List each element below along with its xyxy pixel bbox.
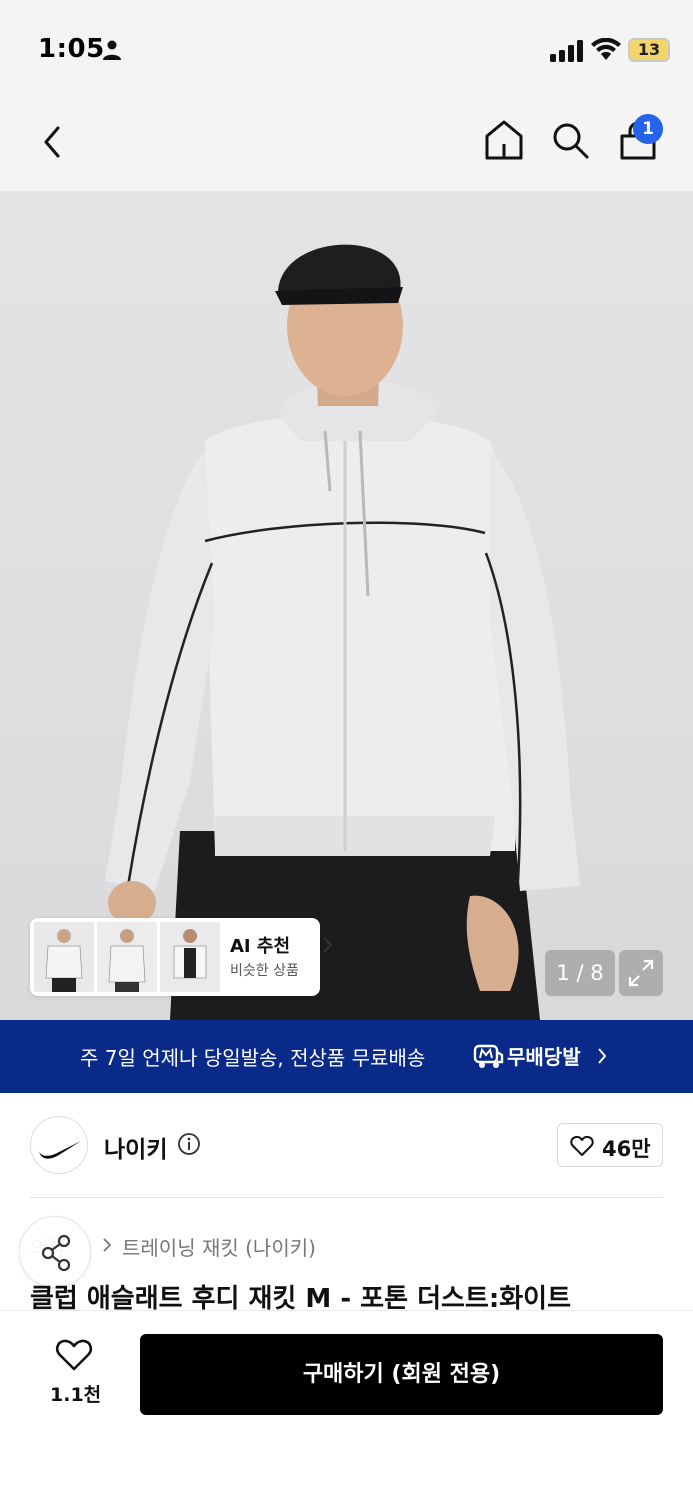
brand-name[interactable]: 나이키 — [104, 1130, 167, 1164]
product-image[interactable] — [0, 191, 693, 1020]
wishlist-heart-icon[interactable] — [55, 1338, 93, 1372]
home-icon[interactable] — [483, 118, 525, 162]
ai-thumb-2[interactable] — [97, 922, 157, 992]
thumb-image — [34, 922, 94, 992]
status-bar: 1:05 13 — [0, 0, 693, 95]
brand-logo[interactable] — [30, 1116, 88, 1174]
breadcrumb-subcategory[interactable]: 트레이닝 재킷 (나이키) — [122, 1232, 316, 1261]
back-icon[interactable] — [38, 122, 68, 162]
ai-recommend-subtitle: 비슷한 상품 — [230, 963, 299, 979]
banner-brand: 무배당발 — [507, 1045, 581, 1069]
brand-like-button[interactable]: 46만 — [557, 1123, 663, 1167]
product-photo-illustration — [105, 244, 580, 1020]
search-icon[interactable] — [550, 120, 590, 160]
divider — [30, 1197, 663, 1198]
status-time: 1:05 — [38, 34, 105, 64]
ai-thumb-1[interactable] — [34, 922, 94, 992]
ai-thumb-3[interactable] — [160, 922, 220, 992]
info-icon[interactable] — [177, 1132, 201, 1156]
expand-image-button[interactable] — [619, 950, 663, 996]
ai-recommend-card[interactable]: AI 추천 비슷한 상품 — [30, 918, 333, 996]
delivery-truck-icon — [473, 1044, 504, 1068]
product-title: 클럽 애슬래트 후디 재킷 M - 포톤 더스트:화이트 — [30, 1284, 571, 1310]
buy-button[interactable]: 구매하기 (회원 전용) — [140, 1334, 663, 1415]
chevron-right-icon — [598, 1048, 607, 1064]
wishlist-count: 1.1천 — [50, 1384, 102, 1406]
nike-swoosh-logo — [39, 1141, 81, 1159]
chevron-right-icon — [323, 937, 333, 953]
signal-icon — [550, 40, 583, 62]
top-nav-bar — [0, 95, 693, 191]
expand-icon — [628, 959, 654, 987]
image-page-indicator: 1 / 8 — [545, 950, 615, 996]
product-title-container: 클럽 애슬래트 후디 재킷 M - 포톤 더스트:화이트 — [0, 1278, 693, 1310]
battery-icon: 13 — [628, 38, 670, 62]
delivery-banner[interactable]: 주 7일 언제나 당일발송, 전상품 무료배송 무배당발 — [0, 1020, 693, 1093]
person-icon — [103, 40, 121, 60]
cart-badge: 1 — [633, 114, 663, 144]
banner-text: 주 7일 언제나 당일발송, 전상품 무료배송 — [80, 1046, 426, 1070]
thumb-image — [97, 922, 157, 992]
wifi-icon — [591, 38, 621, 60]
heart-icon — [570, 1135, 594, 1156]
brand-like-count: 46만 — [602, 1137, 651, 1161]
chevron-right-icon — [103, 1238, 112, 1252]
ai-recommend-title: AI 추천 — [230, 936, 291, 957]
thumb-image — [160, 922, 220, 992]
